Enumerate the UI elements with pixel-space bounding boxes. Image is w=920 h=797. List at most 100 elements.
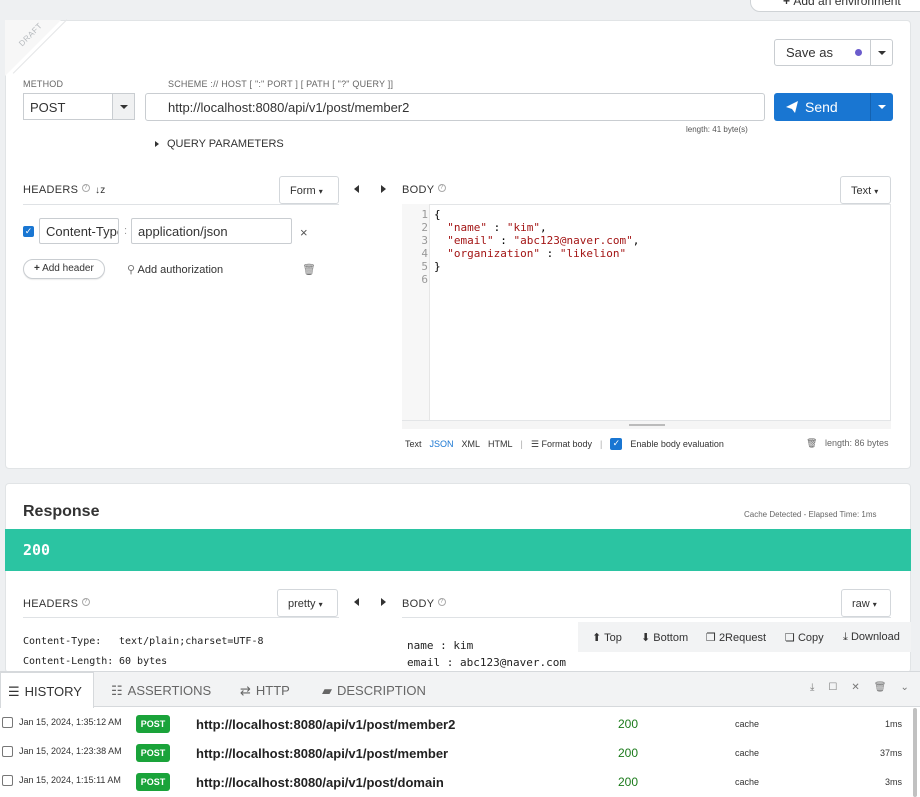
tasks-icon: ☷ (111, 683, 123, 698)
history-row-checkbox[interactable] (2, 746, 13, 757)
status-bar (5, 529, 911, 571)
collapse-left-icon[interactable] (354, 598, 359, 606)
grip-icon (628, 424, 665, 426)
trash-icon[interactable]: 🗑 (302, 263, 316, 276)
status-code: 200 (23, 541, 51, 559)
sort-icon[interactable]: ↓z (95, 185, 106, 196)
separator: | (520, 439, 523, 449)
history-row[interactable]: Jan 15, 2024, 1:15:11 AM POST http://loc… (0, 766, 912, 795)
chevron-down-icon (877, 50, 886, 55)
enable-eval-checkbox[interactable]: ✓ (610, 438, 623, 450)
editor-resize-handle[interactable] (402, 420, 891, 429)
request-body-label: BODY (402, 184, 435, 196)
tab-assertions[interactable]: ☷ ASSERTIONS (111, 672, 211, 707)
history-date: Jan 15, 2024, 1:23:38 AM (19, 746, 122, 756)
history-date: Jan 15, 2024, 1:15:11 AM (19, 775, 121, 785)
add-authorization-button[interactable]: ⚲ Add authorization (127, 263, 223, 276)
method-select[interactable]: POST (23, 93, 113, 120)
history-date: Jan 15, 2024, 1:35:12 AM (19, 717, 122, 727)
response-body-mode-select[interactable]: raw ▾ (841, 589, 891, 617)
body-length-label: length: 86 bytes (824, 438, 889, 448)
add-header-button[interactable]: + Add header (23, 259, 105, 279)
format-text-option[interactable]: Text (405, 439, 422, 449)
tab-description[interactable]: ▰ DESCRIPTION (322, 672, 426, 707)
arrow-up-circle-icon: ⬆ (592, 632, 602, 644)
line-number: 2 (421, 221, 428, 234)
headers-divider (23, 204, 339, 205)
tab-description-label: DESCRIPTION (337, 683, 426, 698)
request-label: 2Request (718, 632, 767, 644)
help-icon[interactable]: ? (81, 184, 90, 192)
headers-mode-select[interactable]: Form ▾ (279, 176, 339, 204)
expand-right-icon[interactable] (381, 598, 386, 606)
response-headers-title: HEADERS ? (23, 598, 90, 610)
history-url: http://localhost:8080/api/v1/post/member (196, 746, 449, 761)
history-cache: cache (735, 777, 760, 787)
header-enabled-checkbox[interactable]: ✓ (23, 226, 34, 237)
to-request-button[interactable]: ❐ 2Request (706, 631, 766, 644)
line-number: 3 (421, 234, 428, 247)
trash-icon[interactable]: 🗑 (806, 438, 817, 448)
history-row-checkbox[interactable] (2, 717, 13, 728)
expand-right-icon[interactable] (381, 185, 386, 193)
remove-header-icon[interactable]: × (300, 225, 308, 240)
history-time: 3ms (884, 777, 902, 787)
maximize-icon[interactable]: ☐ (828, 682, 837, 693)
history-row-checkbox[interactable] (2, 775, 13, 786)
download-button[interactable]: ⤓ Download (843, 631, 900, 644)
send-button[interactable]: Send (774, 93, 870, 121)
help-icon[interactable]: ? (81, 598, 90, 606)
trash-icon[interactable]: 🗑 (874, 682, 887, 693)
headers-mode-label: Form (290, 185, 316, 197)
url-input[interactable]: http://localhost:8080/api/v1/post/member… (145, 93, 765, 121)
line-numbers: 1 2 3 4 5 6 (404, 208, 428, 286)
add-header-label: Add header (42, 263, 94, 274)
send-dropdown-button[interactable] (870, 93, 893, 121)
body-mode-select[interactable]: Text ▾ (840, 176, 891, 204)
tab-http[interactable]: ⇄ HTTP (240, 672, 290, 707)
history-time: 1ms (884, 719, 902, 729)
query-parameters-label: QUERY PARAMETERS (167, 138, 284, 150)
line-number: 5 (421, 260, 428, 273)
query-parameters-toggle[interactable]: QUERY PARAMETERS (155, 138, 284, 150)
help-icon[interactable]: ? (437, 184, 446, 192)
headers-divider (23, 617, 339, 618)
chevron-down-icon (119, 104, 128, 109)
download-label: Download (850, 631, 900, 643)
download-icon[interactable]: ⤓ (810, 682, 814, 693)
format-html-option[interactable]: HTML (488, 439, 513, 449)
history-row[interactable]: Jan 15, 2024, 1:35:12 AM POST http://loc… (0, 708, 912, 737)
header-name-input[interactable]: Content-Type (39, 218, 119, 244)
method-dropdown-button[interactable] (112, 93, 135, 120)
header-value: text/plain;charset=UTF-8 (119, 636, 264, 647)
arrow-down-circle-icon: ⬇ (641, 632, 651, 644)
add-authorization-label: Add authorization (137, 264, 224, 276)
response-body-label: BODY (402, 598, 435, 610)
scroll-bottom-button[interactable]: ⬇ Bottom (641, 631, 688, 644)
history-row[interactable]: Jan 15, 2024, 1:23:38 AM POST http://loc… (0, 737, 912, 766)
scroll-top-button[interactable]: ⬆ Top (592, 631, 622, 644)
tab-assertions-label: ASSERTIONS (127, 683, 212, 698)
history-cache: cache (735, 719, 760, 729)
format-body-button[interactable]: ☰ Format body (531, 439, 592, 450)
header-colon: : (124, 225, 128, 237)
top-label: Top (604, 632, 622, 644)
header-value-input[interactable]: application/json (131, 218, 292, 244)
response-headers-label: HEADERS (23, 598, 79, 610)
chevron-down-icon[interactable]: ⌄ (900, 682, 908, 693)
save-as-dropdown-button[interactable] (870, 39, 893, 66)
help-icon[interactable]: ? (437, 598, 446, 606)
response-headers-mode-select[interactable]: pretty ▾ (277, 589, 338, 617)
format-xml-option[interactable]: XML (462, 439, 481, 449)
add-environment-button[interactable]: + Add an environment (750, 0, 920, 12)
history-scrollbar[interactable] (913, 708, 917, 797)
tab-history[interactable]: ☰ HISTORY (0, 672, 94, 708)
close-icon[interactable]: ✕ (851, 682, 859, 693)
format-json-option[interactable]: JSON (430, 439, 454, 449)
collapse-left-icon[interactable] (354, 185, 359, 193)
copy-icon: ❏ (785, 632, 795, 644)
request-headers-title: HEADERS ? ↓z (23, 184, 106, 196)
copy-button[interactable]: ❏ Copy (785, 631, 824, 644)
separator: | (600, 439, 603, 449)
response-header-row: Content-Type: text/plain;charset=UTF-8 (23, 632, 264, 652)
